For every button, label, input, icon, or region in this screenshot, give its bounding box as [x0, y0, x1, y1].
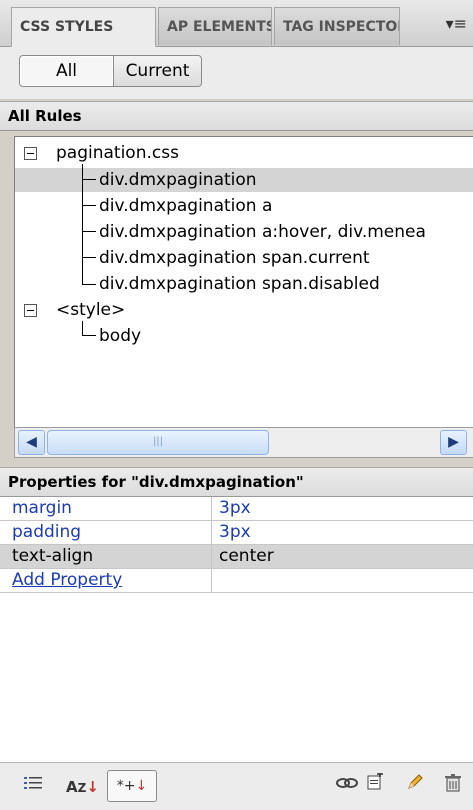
tree-item-style-block[interactable]: <style> [56, 299, 125, 321]
add-property-link[interactable]: Add Property [12, 569, 122, 592]
panel-options-icon[interactable]: ▾≡ [446, 14, 467, 33]
property-row[interactable]: text-align center [0, 545, 473, 569]
bottom-toolbar: AZ↓ *+↓ [0, 762, 473, 810]
tree-line [82, 164, 83, 285]
tree-item-rule[interactable]: div.dmxpagination a:hover, div.menea [99, 221, 426, 243]
column-divider [211, 569, 212, 592]
category-view-icon[interactable] [24, 773, 44, 801]
property-name[interactable]: padding [12, 521, 81, 544]
alphabetical-view-icon[interactable]: AZ↓ [66, 773, 99, 801]
panel-tab-bar: CSS STYLES AP ELEMENTS TAG INSPECTOR ▾≡ [0, 0, 473, 47]
all-button[interactable]: All [19, 55, 114, 87]
tree-item-rule[interactable]: div.dmxpagination span.disabled [99, 273, 380, 295]
column-divider [211, 521, 212, 544]
property-value[interactable]: center [219, 545, 274, 568]
tree-item-rule[interactable]: div.dmxpagination span.current [99, 247, 370, 269]
tab-css-styles[interactable]: CSS STYLES [11, 7, 156, 47]
collapse-icon[interactable] [24, 304, 37, 317]
tree-line [82, 205, 96, 206]
set-properties-view-icon[interactable]: *+↓ [107, 770, 157, 802]
view-toggle: All Current [0, 47, 473, 99]
tab-tag-inspector[interactable]: TAG INSPECTOR [274, 7, 400, 45]
tree-line [82, 335, 96, 336]
property-value[interactable]: 3px [219, 521, 251, 544]
tree-item-stylesheet[interactable]: pagination.css [56, 142, 179, 164]
tab-ap-elements[interactable]: AP ELEMENTS [158, 7, 272, 45]
tree-line [82, 321, 83, 335]
column-divider [211, 497, 212, 520]
current-button[interactable]: Current [114, 55, 202, 87]
delete-icon[interactable] [444, 773, 462, 801]
rules-tree: pagination.css div.dmxpagination div.dmx… [14, 136, 473, 428]
property-row[interactable]: padding 3px [0, 521, 473, 545]
property-row[interactable]: margin 3px [0, 497, 473, 521]
tree-item-rule[interactable]: div.dmxpagination a [99, 195, 272, 217]
collapse-icon[interactable] [24, 147, 37, 160]
tree-line [82, 257, 96, 258]
property-value[interactable]: 3px [219, 497, 251, 520]
attach-stylesheet-icon[interactable] [336, 773, 358, 801]
tree-line [82, 231, 96, 232]
tree-line [82, 179, 96, 180]
tree-line [82, 284, 96, 285]
property-name[interactable]: margin [12, 497, 72, 520]
properties-header: Properties for "div.dmxpagination" [0, 467, 473, 497]
properties-grid: margin 3px padding 3px text-align center… [0, 497, 473, 762]
scrollbar-thumb[interactable]: ||| [47, 430, 269, 455]
property-name[interactable]: text-align [12, 545, 93, 568]
new-css-rule-icon[interactable] [366, 771, 384, 801]
all-rules-header: All Rules [0, 101, 473, 131]
add-property-row[interactable]: Add Property [0, 569, 473, 593]
edit-style-icon[interactable] [406, 773, 424, 801]
horizontal-scrollbar[interactable]: ◀ ||| ▶ [14, 427, 473, 458]
tree-item-rule[interactable]: body [99, 325, 141, 347]
tree-item-rule[interactable]: div.dmxpagination [99, 169, 257, 191]
scroll-right-icon[interactable]: ▶ [440, 430, 467, 455]
column-divider [211, 545, 212, 568]
scroll-left-icon[interactable]: ◀ [18, 430, 45, 455]
